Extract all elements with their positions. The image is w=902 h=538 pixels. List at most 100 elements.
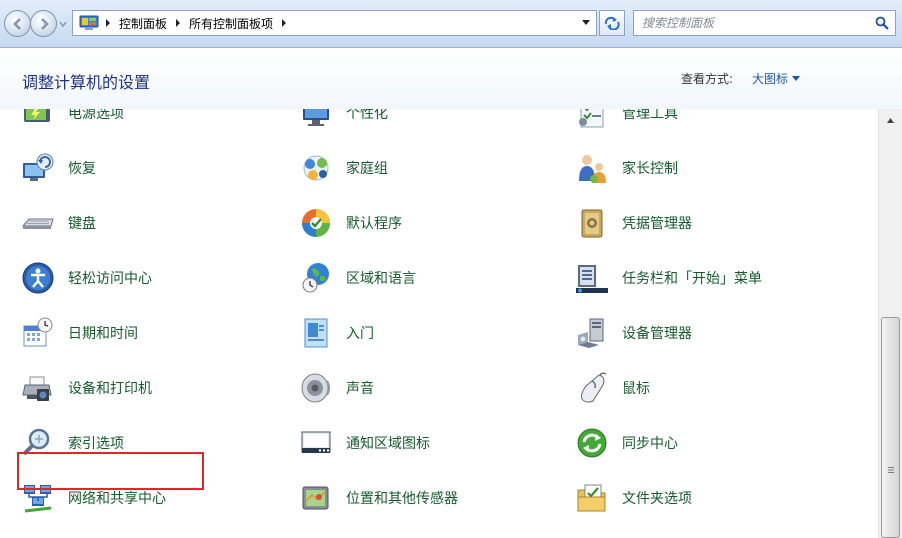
date-time-icon	[20, 315, 56, 351]
item-recovery[interactable]: 恢复	[20, 147, 96, 189]
item-notification-area[interactable]: 通知区域图标	[298, 422, 430, 464]
item-label: 文件夹选项	[622, 491, 692, 507]
item-power-options[interactable]: 电源选项	[20, 109, 124, 134]
item-devices-printers[interactable]: 设备和打印机	[20, 367, 152, 409]
item-sound[interactable]: 声音	[298, 367, 374, 409]
item-label: 通知区域图标	[346, 436, 430, 452]
power-options-icon	[20, 109, 56, 131]
item-label: 区域和语言	[346, 271, 416, 287]
item-label: 日期和时间	[68, 326, 138, 342]
control-panel-icon	[79, 15, 99, 30]
breadcrumb[interactable]: 控制面板 所有控制面板项	[72, 10, 597, 36]
admin-tools-icon	[574, 109, 610, 131]
items-grid: 电源选项 个性化 管理工具 恢复 家庭组 家长控制 键盘 默认程序 凭据管理器 …	[0, 109, 878, 532]
credential-manager-icon	[574, 205, 610, 241]
item-label: 鼠标	[622, 381, 650, 397]
items-row: 恢复 家庭组 家长控制	[0, 147, 878, 202]
homegroup-icon	[298, 150, 334, 186]
items-row: 设备和打印机 声音 鼠标	[0, 367, 878, 422]
item-keyboard[interactable]: 键盘	[20, 202, 96, 244]
default-programs-icon	[298, 205, 334, 241]
item-label: 设备和打印机	[68, 381, 152, 397]
item-folder-options[interactable]: 文件夹选项	[574, 477, 692, 519]
region-language-icon	[298, 260, 334, 296]
folder-options-icon	[574, 480, 610, 516]
items-row: 轻松访问中心 区域和语言 任务栏和「开始」菜单	[0, 257, 878, 312]
address-dropdown-icon[interactable]	[582, 20, 590, 26]
breadcrumb-item-all-items[interactable]: 所有控制面板项	[187, 15, 275, 32]
item-label: 位置和其他传感器	[346, 491, 458, 507]
breadcrumb-separator-icon[interactable]	[171, 15, 185, 31]
refresh-icon	[604, 16, 620, 30]
device-manager-icon	[574, 315, 610, 351]
item-homegroup[interactable]: 家庭组	[298, 147, 388, 189]
view-by-dropdown[interactable]: 大图标	[752, 70, 801, 87]
forward-button[interactable]	[30, 10, 57, 37]
sound-icon	[298, 370, 334, 406]
breadcrumb-item-control-panel[interactable]: 控制面板	[117, 15, 169, 32]
item-device-manager[interactable]: 设备管理器	[574, 312, 692, 354]
devices-printers-icon	[20, 370, 56, 406]
search-icon[interactable]	[875, 16, 889, 30]
items-row: 网络和共享中心 位置和其他传感器 文件夹选项	[0, 477, 878, 532]
item-region-language[interactable]: 区域和语言	[298, 257, 416, 299]
item-admin-tools[interactable]: 管理工具	[574, 109, 678, 134]
view-by-label: 查看方式:	[681, 72, 734, 86]
item-taskbar-start-menu[interactable]: 任务栏和「开始」菜单	[574, 257, 762, 299]
item-getting-started[interactable]: 入门	[298, 312, 374, 354]
item-label: 默认程序	[346, 216, 402, 232]
page-title: 调整计算机的设置	[22, 73, 151, 92]
breadcrumb-separator-icon[interactable]	[101, 15, 115, 31]
item-label: 个性化	[346, 109, 388, 122]
personalization-icon	[298, 109, 334, 131]
scroll-up-button[interactable]	[879, 109, 902, 131]
item-network-sharing[interactable]: 网络和共享中心	[20, 477, 166, 519]
content-header: 调整计算机的设置 查看方式: 大图标	[0, 49, 902, 109]
address-bar: 控制面板 所有控制面板项	[0, 0, 902, 48]
getting-started-icon	[298, 315, 334, 351]
item-label: 设备管理器	[622, 326, 692, 342]
sync-center-icon	[574, 425, 610, 461]
items-row: 索引选项 通知区域图标 同步中心	[0, 422, 878, 477]
taskbar-start-menu-icon	[574, 260, 610, 296]
item-label: 入门	[346, 326, 374, 342]
item-sync-center[interactable]: 同步中心	[574, 422, 678, 464]
item-label: 任务栏和「开始」菜单	[622, 271, 762, 287]
item-ease-of-access[interactable]: 轻松访问中心	[20, 257, 152, 299]
scroll-thumb[interactable]	[881, 317, 900, 538]
arrow-left-icon	[12, 17, 21, 30]
item-label: 恢复	[68, 161, 96, 177]
item-location-sensors[interactable]: 位置和其他传感器	[298, 477, 458, 519]
item-label: 轻松访问中心	[68, 271, 152, 287]
item-mouse[interactable]: 鼠标	[574, 367, 650, 409]
vertical-scrollbar[interactable]	[878, 109, 902, 538]
parental-controls-icon	[574, 150, 610, 186]
item-label: 键盘	[68, 216, 96, 232]
item-default-programs[interactable]: 默认程序	[298, 202, 402, 244]
recent-pages-chevron-icon[interactable]	[59, 20, 67, 28]
view-by-value[interactable]: 大图标	[752, 70, 788, 87]
item-label: 索引选项	[68, 436, 124, 452]
back-button[interactable]	[4, 10, 31, 37]
item-label: 家长控制	[622, 161, 678, 177]
items-row: 日期和时间 入门 设备管理器	[0, 312, 878, 367]
item-credential-manager[interactable]: 凭据管理器	[574, 202, 692, 244]
recovery-icon	[20, 150, 56, 186]
scroll-grip-icon	[888, 467, 894, 473]
search-box	[633, 10, 896, 36]
location-sensors-icon	[298, 480, 334, 516]
item-personalization[interactable]: 个性化	[298, 109, 388, 134]
item-indexing-options[interactable]: 索引选项	[20, 422, 124, 464]
item-label: 家庭组	[346, 161, 388, 177]
refresh-button[interactable]	[599, 10, 625, 36]
breadcrumb-separator-icon[interactable]	[277, 15, 291, 31]
item-date-time[interactable]: 日期和时间	[20, 312, 138, 354]
item-label: 声音	[346, 381, 374, 397]
arrow-right-icon	[40, 17, 49, 30]
item-label: 电源选项	[68, 109, 124, 122]
item-label: 同步中心	[622, 436, 678, 452]
notification-area-icon	[298, 425, 334, 461]
item-parental-controls[interactable]: 家长控制	[574, 147, 678, 189]
search-input[interactable]	[634, 12, 859, 34]
items-panel: 电源选项 个性化 管理工具 恢复 家庭组 家长控制 键盘 默认程序 凭据管理器 …	[0, 109, 878, 538]
